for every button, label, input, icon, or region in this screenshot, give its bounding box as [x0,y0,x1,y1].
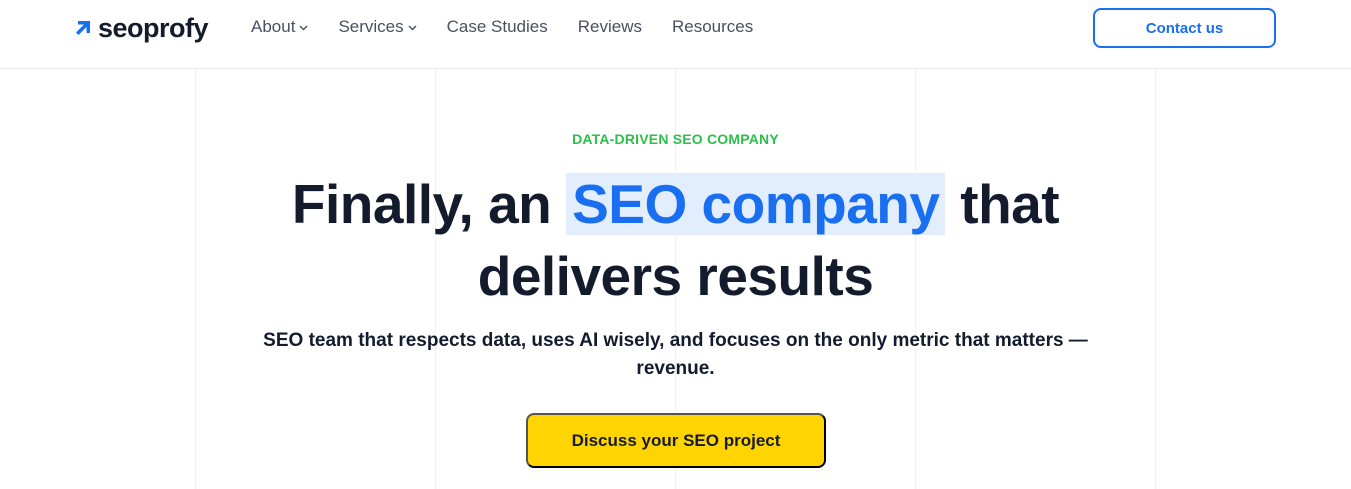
logo[interactable]: seoprofy [74,12,209,44]
headline-highlight: SEO company [566,173,946,235]
arrow-up-right-icon [76,21,90,35]
nav-item-reviews[interactable]: Reviews [578,17,642,37]
nav-item-label: Services [338,17,404,36]
nav-item-label: Reviews [577,17,642,36]
hero-headline: Finally, an SEO company that delivers re… [0,168,1351,312]
discuss-seo-project-button[interactable]: Discuss your SEO project [526,413,826,468]
nav-item-case-studies[interactable]: Case Studies [447,17,548,37]
nav-item-services[interactable]: Services [338,17,417,37]
chevron-down-icon [299,25,308,31]
main-nav: About Services Case Studies Reviews Reso… [251,15,783,39]
contact-us-button[interactable]: Contact us [1093,8,1276,48]
site-header: seoprofy About Services Case Studies Rev… [0,0,1351,69]
headline-line-2: delivers results [477,245,874,307]
nav-item-about[interactable]: About [251,17,308,37]
nav-item-resources[interactable]: Resources [672,17,753,37]
page: seoprofy About Services Case Studies Rev… [0,0,1351,489]
nav-item-label: Case Studies [446,17,548,36]
headline-text-after: that [960,173,1060,235]
logo-text: seoprofy [98,13,209,43]
chevron-down-icon [408,25,417,31]
hero-eyebrow: DATA-DRIVEN SEO COMPANY [572,131,779,147]
nav-item-label: Resources [672,17,754,36]
headline-text-before: Finally, an [291,173,552,235]
hero-subtitle: SEO team that respects data, uses AI wis… [263,330,1088,379]
nav-item-label: About [251,17,296,36]
